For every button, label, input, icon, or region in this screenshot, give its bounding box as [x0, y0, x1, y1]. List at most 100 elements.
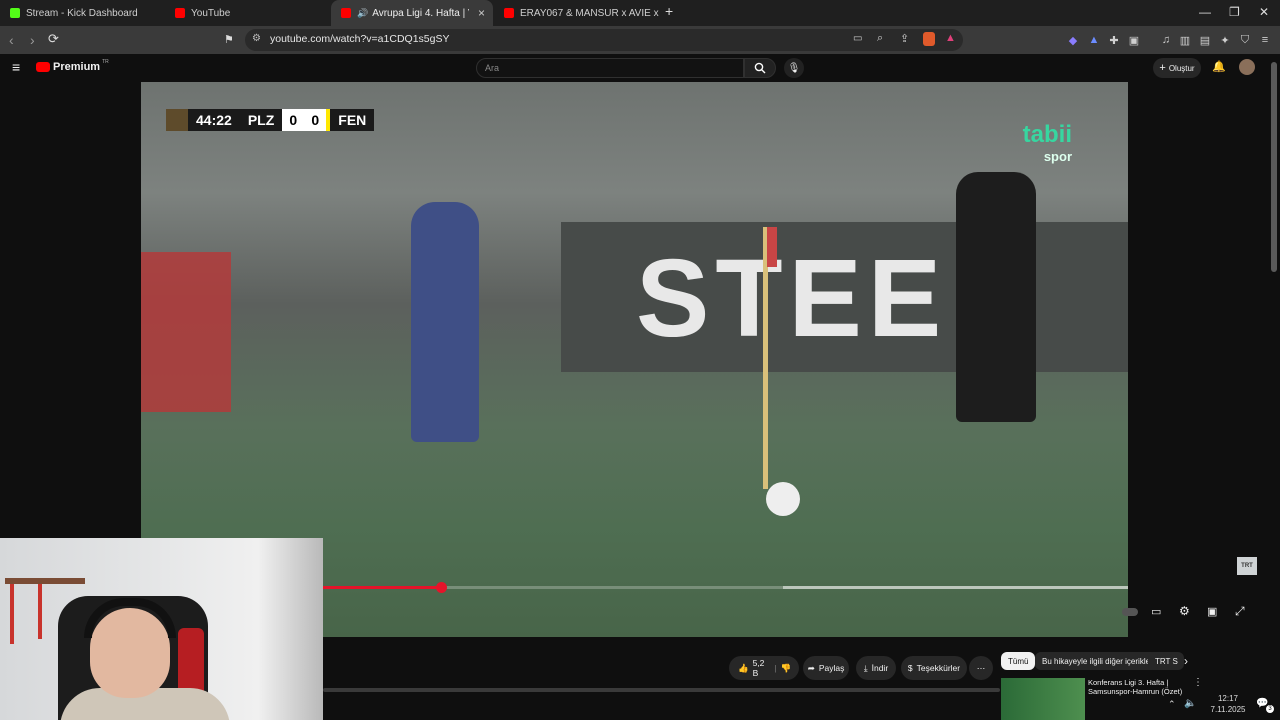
brave-shield-icon[interactable] [923, 32, 935, 46]
autoplay-toggle-icon[interactable] [1122, 608, 1138, 616]
sidebar-icon[interactable]: ▥ [1178, 33, 1192, 47]
address-bar[interactable]: ⚙ youtube.com/watch?v=a1CDQ1s5gSY ▭ ⌕ ⇪ … [245, 29, 963, 51]
settings-gear-icon[interactable]: ⚙ [1179, 604, 1190, 618]
url-text[interactable]: youtube.com/watch?v=a1CDQ1s5gSY [270, 33, 449, 45]
thanks-button[interactable]: $ Teşekkürler [901, 656, 967, 680]
chip-all[interactable]: Tümü [1001, 652, 1036, 670]
player-figure [411, 202, 479, 442]
chip-trt[interactable]: TRT S [1148, 652, 1184, 670]
thumbs-down-icon[interactable]: 👎 [781, 663, 792, 674]
logo-text: Premium [53, 61, 101, 73]
thumbs-up-icon: 👍 [738, 662, 749, 673]
music-icon[interactable]: ♫ [1159, 33, 1173, 47]
youtube-logo[interactable]: Premium TR [36, 59, 109, 73]
avatar[interactable] [1239, 59, 1255, 75]
recommendation-thumbnail[interactable] [1001, 678, 1085, 720]
ai-assistant-icon[interactable]: ✦ [1218, 33, 1232, 47]
cast-icon[interactable]: ▭ [853, 33, 862, 44]
description-box-edge [323, 688, 1000, 692]
miniplayer-icon[interactable]: ▣ [1207, 605, 1217, 618]
browser-toolbar: ‹ › ⟳ ⚑ ⚙ youtube.com/watch?v=a1CDQ1s5gS… [0, 26, 1280, 54]
reload-icon[interactable]: ⟳ [48, 31, 59, 47]
tab-eray067[interactable]: ERAY067 & MANSUR x AVIE x ORGA [494, 0, 659, 26]
share-button[interactable]: ➦ Paylaş [803, 656, 849, 680]
thanks-label: Teşekkürler [916, 663, 961, 673]
audio-playing-icon: 🔊 [357, 7, 369, 18]
tab-title: Avrupa Ligi 4. Hafta | Viktoria [372, 7, 469, 19]
search-input[interactable]: Ara [476, 58, 744, 78]
chip-related[interactable]: Bu hikayeyle ilgili diğer içerikler [1035, 652, 1160, 670]
brave-rewards-icon[interactable]: ▲ [945, 32, 956, 44]
subtitles-icon[interactable]: ▭ [1151, 605, 1161, 618]
wall-shelf [5, 578, 85, 584]
tab-avrupa-ligi[interactable]: 🔊 Avrupa Ligi 4. Hafta | Viktoria × [331, 0, 493, 26]
more-options-icon[interactable]: ⋮ [1193, 677, 1203, 688]
search-icon [754, 62, 766, 74]
close-window-button[interactable]: ✕ [1259, 5, 1269, 19]
youtube-favicon-icon [341, 8, 351, 18]
away-score: 0 [304, 109, 327, 131]
back-icon[interactable]: ‹ [9, 32, 14, 48]
plus-icon: + [1159, 62, 1166, 74]
youtube-favicon-icon [504, 8, 514, 18]
tabbi-brand: tabii [1022, 121, 1072, 148]
extension-icon[interactable]: ▣ [1127, 33, 1141, 47]
football [766, 482, 800, 516]
scorebug: 44:22 PLZ 0 0 FEN [166, 109, 375, 131]
voice-search-button[interactable]: 🎙 [784, 58, 804, 78]
chevron-right-icon[interactable]: › [1184, 654, 1188, 668]
clock-date[interactable]: 7.11.2025 [1204, 705, 1252, 714]
tab-youtube[interactable]: YouTube [165, 0, 330, 26]
menu-icon[interactable]: ≡ [1258, 33, 1272, 47]
create-button[interactable]: + Oluştur [1153, 58, 1201, 78]
search-placeholder: Ara [485, 63, 500, 73]
fullscreen-icon[interactable]: ⤢ [1235, 604, 1245, 619]
match-clock: 44:22 [188, 109, 240, 131]
red-advertising-board [141, 252, 231, 412]
like-button[interactable]: 👍 5,2 B | 👎 [729, 656, 799, 680]
thanks-dollar-icon: $ [907, 663, 913, 673]
scarf [10, 584, 14, 644]
scrubber-handle[interactable] [436, 582, 448, 593]
extensions-puzzle-icon[interactable]: ✚ [1107, 33, 1121, 47]
tab-title: Stream - Kick Dashboard [26, 7, 138, 19]
away-team: FEN [326, 109, 375, 131]
new-tab-button[interactable]: + [665, 3, 673, 19]
close-tab-icon[interactable]: × [478, 6, 485, 20]
clock-time[interactable]: 12:17 [1208, 694, 1248, 703]
download-button[interactable]: ⤓ İndir [856, 656, 896, 680]
notifications-bell-icon[interactable]: 🔔 [1212, 60, 1226, 73]
europa-league-logo-icon [166, 109, 188, 131]
extension-icon[interactable]: ◆ [1066, 33, 1080, 47]
more-actions-button[interactable]: ⋯ [969, 656, 993, 680]
wallet-icon[interactable]: ▤ [1198, 33, 1212, 47]
like-count: 5,2 B [752, 658, 765, 678]
referee-figure [956, 172, 1036, 422]
create-label: Oluştur [1168, 63, 1195, 73]
zoom-icon[interactable]: ⌕ [877, 32, 883, 45]
home-score: 0 [282, 109, 305, 131]
corner-flag [767, 227, 777, 267]
notification-count: 3 [1266, 705, 1274, 713]
tab-title: ERAY067 & MANSUR x AVIE x ORGA [520, 7, 659, 19]
forward-icon[interactable]: › [30, 32, 35, 48]
vpn-shield-icon[interactable]: ⛉ [1238, 33, 1252, 47]
country-code: TR [102, 59, 109, 65]
broadcaster-watermark: tabii spor [1022, 121, 1072, 168]
volume-icon[interactable]: 🔈 [1184, 698, 1196, 709]
search-button[interactable] [744, 58, 776, 78]
download-label: İndir [871, 663, 889, 673]
hamburger-menu-icon[interactable]: ≡ [12, 59, 20, 75]
tray-expand-icon[interactable]: ⌃ [1168, 699, 1176, 710]
ad-board-lettering: STEE [636, 237, 948, 360]
site-info-icon[interactable]: ⚙ [252, 33, 261, 44]
extension-icon[interactable]: ▲ [1087, 33, 1101, 47]
youtube-header: ≡ Premium TR Ara 🎙 + Oluştur 🔔 [0, 54, 1280, 82]
minimize-button[interactable]: — [1199, 5, 1211, 19]
tab-kick-dashboard[interactable]: Stream - Kick Dashboard [0, 0, 165, 26]
tabbi-sub: spor [1043, 149, 1072, 164]
page-scrollbar[interactable] [1271, 62, 1277, 272]
share-page-icon[interactable]: ⇪ [900, 32, 909, 45]
maximize-button[interactable]: ❐ [1229, 5, 1240, 19]
bookmark-icon[interactable]: ⚑ [224, 33, 234, 46]
